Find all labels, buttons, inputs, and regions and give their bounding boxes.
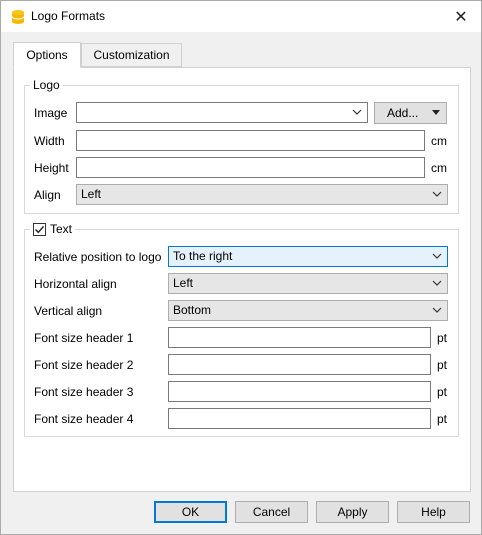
window-title: Logo Formats — [31, 9, 106, 23]
apply-button[interactable]: Apply — [316, 501, 389, 523]
cancel-button[interactable]: Cancel — [235, 501, 308, 523]
horizontal-align-value: Left — [173, 276, 194, 290]
font-size-header-1-label: Font size header 1 — [34, 331, 134, 345]
font-size-header-2-label: Font size header 2 — [34, 358, 134, 372]
font-size-header-4-unit: pt — [437, 412, 448, 426]
dropdown-arrow-icon — [432, 110, 440, 115]
width-label: Width — [34, 134, 65, 148]
height-unit: cm — [431, 161, 447, 175]
ok-button[interactable]: OK — [154, 501, 227, 523]
font-size-header-3-unit: pt — [437, 385, 448, 399]
font-size-header-1-unit: pt — [437, 331, 448, 345]
relative-position-label: Relative position to logo — [34, 250, 162, 264]
relative-position-value: To the right — [173, 249, 233, 263]
chevron-down-icon — [432, 253, 442, 259]
text-checkbox[interactable] — [33, 222, 46, 236]
add-button[interactable]: Add... — [374, 102, 447, 124]
app-icon — [11, 10, 25, 24]
chevron-down-icon — [432, 191, 442, 197]
close-icon: ✕ — [454, 8, 468, 26]
align-select[interactable]: Left — [76, 184, 448, 205]
chevron-down-icon — [432, 307, 442, 313]
font-size-header-2-input[interactable] — [168, 354, 431, 375]
tab-options[interactable]: Options — [13, 42, 81, 68]
font-size-header-1-input[interactable] — [168, 327, 431, 348]
image-combo[interactable] — [76, 102, 368, 123]
add-button-label: Add... — [387, 106, 419, 120]
font-size-header-4-input[interactable] — [168, 408, 431, 429]
tab-customization[interactable]: Customization — [81, 43, 182, 67]
vertical-align-label: Vertical align — [34, 304, 103, 318]
horizontal-align-label: Horizontal align — [34, 277, 117, 291]
font-size-header-2-unit: pt — [437, 358, 448, 372]
close-button[interactable]: ✕ — [441, 1, 481, 32]
options-panel: Logo Image Add... Width cm Height cm Ali… — [13, 67, 471, 492]
apply-button-label: Apply — [337, 505, 368, 519]
height-label: Height — [34, 161, 69, 175]
tab-options-label: Options — [26, 48, 68, 62]
ok-button-label: OK — [181, 505, 200, 519]
relative-position-select[interactable]: To the right — [168, 246, 448, 267]
text-group-title-text: Text — [50, 222, 73, 236]
help-button[interactable]: Help — [397, 501, 470, 523]
width-input[interactable] — [76, 130, 425, 151]
chevron-down-icon — [432, 280, 442, 286]
vertical-align-select[interactable]: Bottom — [168, 300, 448, 321]
logo-formats-dialog: Logo Formats ✕ Options Customization Log… — [0, 0, 482, 535]
text-group-title[interactable]: Text — [30, 222, 76, 236]
checkmark-icon — [35, 225, 45, 233]
tab-customization-label: Customization — [93, 48, 170, 62]
logo-group-title: Logo — [30, 78, 63, 92]
height-input[interactable] — [76, 157, 425, 178]
align-value: Left — [81, 187, 102, 201]
cancel-button-label: Cancel — [252, 505, 291, 519]
chevron-down-icon — [352, 109, 362, 115]
font-size-header-3-label: Font size header 3 — [34, 385, 134, 399]
align-label: Align — [34, 188, 61, 202]
vertical-align-value: Bottom — [173, 303, 212, 317]
width-unit: cm — [431, 134, 447, 148]
logo-group-title-text: Logo — [33, 78, 60, 92]
title-bar: Logo Formats ✕ — [1, 1, 481, 32]
help-button-label: Help — [421, 505, 446, 519]
font-size-header-3-input[interactable] — [168, 381, 431, 402]
image-label: Image — [34, 106, 68, 120]
horizontal-align-select[interactable]: Left — [168, 273, 448, 294]
font-size-header-4-label: Font size header 4 — [34, 412, 134, 426]
